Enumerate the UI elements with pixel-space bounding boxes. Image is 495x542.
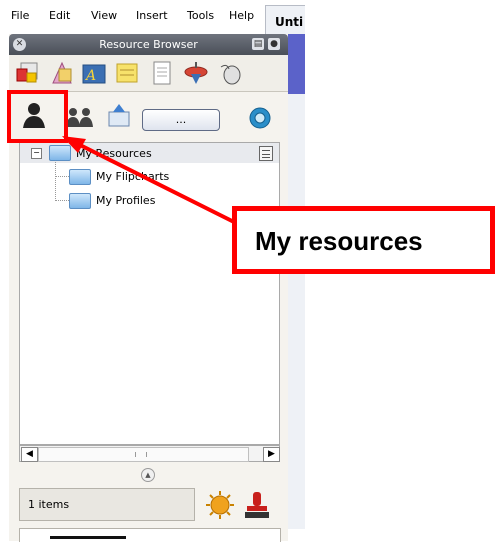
document-tab[interactable]: Unti xyxy=(265,5,305,34)
menu-edit[interactable]: Edit xyxy=(49,9,70,22)
close-icon[interactable]: ✕ xyxy=(13,38,26,51)
collapse-toggle-icon[interactable]: − xyxy=(31,148,42,159)
spinning-top-icon[interactable] xyxy=(183,59,209,87)
mouse-icon[interactable] xyxy=(217,59,243,87)
menu-file[interactable]: File xyxy=(11,9,29,22)
category-tabs: A xyxy=(9,55,288,92)
callout-box: My resources xyxy=(232,206,495,274)
tree-line xyxy=(55,176,69,177)
menu-bar: File Edit View Insert Tools Help Unti xyxy=(0,0,495,34)
scroll-left-icon[interactable]: ◀ xyxy=(21,447,38,462)
tree-item-my-flipcharts[interactable]: My Flipcharts xyxy=(96,170,169,183)
text-icon[interactable]: A xyxy=(81,59,107,87)
panel-title-bar: ✕ Resource Browser ▤ ● xyxy=(9,34,288,55)
scroll-thumb[interactable] xyxy=(38,447,249,462)
grip-icon xyxy=(135,452,147,457)
canvas-preview xyxy=(288,34,305,94)
panel-title: Resource Browser xyxy=(99,38,198,51)
tree-line xyxy=(55,157,57,201)
menu-view[interactable]: View xyxy=(91,9,117,22)
tree-item-my-profiles[interactable]: My Profiles xyxy=(96,194,155,207)
menu-help[interactable]: Help xyxy=(229,9,254,22)
more-button[interactable]: ... xyxy=(142,109,220,131)
callout-label: My resources xyxy=(255,226,423,256)
horizontal-scrollbar[interactable]: ◀ ▶ xyxy=(19,445,280,462)
notes-icon[interactable] xyxy=(114,59,140,87)
shapes-icon[interactable] xyxy=(49,59,75,87)
scroll-right-icon[interactable]: ▶ xyxy=(263,447,280,462)
shared-resources-icon[interactable] xyxy=(64,106,96,128)
pin-icon[interactable]: ● xyxy=(268,38,280,50)
search-icon[interactable] xyxy=(248,106,272,130)
menu-tools[interactable]: Tools xyxy=(187,9,214,22)
pages-icon[interactable] xyxy=(149,59,175,87)
resource-library-icon[interactable] xyxy=(15,59,41,87)
folder-icon xyxy=(49,145,71,161)
folder-icon xyxy=(69,169,91,185)
menu-icon[interactable]: ▤ xyxy=(252,38,264,50)
flipchart-preview xyxy=(19,528,281,542)
sun-icon[interactable] xyxy=(205,490,235,520)
folder-icon xyxy=(69,193,91,209)
export-icon[interactable] xyxy=(107,102,131,128)
canvas-strip xyxy=(288,34,305,529)
resource-tree: − My Resources My Flipcharts My Profiles xyxy=(19,142,280,445)
svg-text:A: A xyxy=(84,68,96,84)
highlight-box xyxy=(7,90,68,143)
tree-item-my-resources[interactable]: My Resources xyxy=(76,147,152,160)
menu-insert[interactable]: Insert xyxy=(136,9,168,22)
item-count: 1 items xyxy=(19,488,195,521)
details-icon[interactable] xyxy=(259,146,273,161)
stamp-icon[interactable] xyxy=(243,490,271,520)
preview-thumbnail xyxy=(50,536,126,539)
expand-up-icon[interactable]: ▲ xyxy=(141,468,155,482)
tree-line xyxy=(55,200,69,201)
